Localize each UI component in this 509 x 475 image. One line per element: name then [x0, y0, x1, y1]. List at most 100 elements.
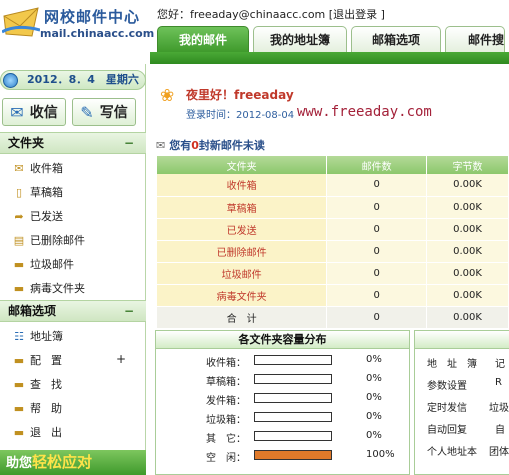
sidebar-item-label: 配置	[30, 354, 72, 367]
folder-icon: ▬	[13, 353, 25, 367]
tool-link-address-book[interactable]: 地 址 簿	[427, 355, 477, 370]
tool-link[interactable]: 团体	[489, 443, 509, 458]
storage-row: 收件箱： 0%	[156, 351, 409, 369]
promo-banner[interactable]: 助您轻松应对	[0, 450, 146, 475]
collapse-icon[interactable]: −	[124, 301, 134, 321]
current-date: 2012．8．4 星期六	[27, 73, 139, 86]
sidebar: 2012．8．4 星期六 ✉ 收信 ✎ 写信 文件夹 − ✉ 收件箱 ▯ 草稿箱 ➦…	[0, 64, 146, 475]
logo-envelope-icon	[2, 7, 40, 37]
tool-link[interactable]: R	[495, 377, 502, 388]
sidebar-item-drafts[interactable]: ▯ 草稿箱	[0, 180, 146, 204]
site-url: www.freeaday.com	[297, 104, 432, 120]
sidebar-item-label: 已发送	[30, 210, 63, 223]
logo-title: 网校邮件中心	[44, 8, 141, 26]
total-row: 合 计 0 0.00K	[157, 306, 509, 329]
sidebar-item-label: 草稿箱	[30, 186, 63, 199]
expand-icon[interactable]: +	[116, 352, 126, 366]
folders-section-header[interactable]: 文件夹 −	[0, 132, 146, 154]
folder-icon: ▬	[13, 377, 25, 391]
folder-summary-table: 文件夹 邮件数 字节数 收件箱 0 0.00K 草稿箱 0 0.00K 已发送 0 0.00…	[157, 156, 509, 329]
storage-row: 草稿箱： 0%	[156, 370, 409, 388]
storage-percent: 0%	[366, 354, 382, 365]
draft-icon: ▯	[15, 185, 23, 199]
new-mail-notice[interactable]: ✉ 您有0封新邮件未读	[156, 137, 265, 153]
storage-bar	[254, 355, 332, 365]
storage-distribution-panel: 各文件夹容量分布 收件箱： 0% 草稿箱： 0% 发件箱： 0% 垃圾箱： 0% 其 它…	[155, 330, 410, 475]
tool-link-personal-contacts[interactable]: 个人地址本	[427, 443, 477, 458]
table-row: 病毒文件夹 0 0.00K	[157, 284, 509, 307]
folder-link[interactable]: 病毒文件夹	[157, 284, 328, 307]
tool-link[interactable]: 记	[495, 355, 505, 370]
storage-bar-fill	[255, 451, 331, 459]
storage-label: 草稿箱：	[206, 377, 246, 388]
storage-label: 垃圾箱：	[206, 415, 246, 426]
logo[interactable]: 网校邮件中心 mail.chinaacc.com	[0, 0, 154, 44]
mail-count: 0	[326, 240, 428, 263]
folder-link[interactable]: 已删除邮件	[157, 240, 328, 263]
mail-count: 0	[326, 284, 428, 307]
tab-my-mail[interactable]: 我的邮件	[157, 26, 249, 52]
storage-percent: 0%	[366, 392, 382, 403]
sidebar-item-address-book[interactable]: ☷ 地址簿	[0, 324, 146, 348]
byte-count: 0.00K	[426, 262, 509, 285]
receive-mail-button[interactable]: ✉ 收信	[2, 98, 66, 126]
sidebar-item-label: 垃圾邮件	[30, 258, 74, 271]
tool-link-settings[interactable]: 参数设置	[427, 377, 467, 392]
byte-count: 0.00K	[426, 284, 509, 307]
folder-link[interactable]: 已发送	[157, 218, 328, 241]
sent-icon: ➦	[14, 209, 24, 223]
logout-link[interactable]: [退出登录 ]	[329, 8, 385, 21]
sidebar-item-spam[interactable]: ▬ 垃圾邮件	[0, 252, 146, 276]
total-count: 0	[326, 306, 428, 329]
collapse-icon[interactable]: −	[124, 133, 134, 153]
folder-link[interactable]: 草稿箱	[157, 196, 328, 219]
login-time: 登录时间：2012-08-04	[186, 106, 294, 121]
byte-count: 0.00K	[426, 196, 509, 219]
tab-mail-search[interactable]: 邮件搜	[445, 26, 505, 52]
sidebar-item-exit[interactable]: ▬ 退出	[0, 420, 146, 444]
sidebar-item-settings[interactable]: ▬ 配置 +	[0, 348, 146, 372]
storage-label: 发件箱：	[206, 396, 246, 407]
table-row: 草稿箱 0 0.00K	[157, 196, 509, 219]
clock-icon	[3, 73, 18, 88]
tool-link-auto-reply[interactable]: 自动回复	[427, 421, 467, 436]
storage-label: 其 它：	[206, 434, 246, 445]
storage-percent: 0%	[366, 411, 382, 422]
storage-bar	[254, 374, 332, 384]
virus-folder-icon: ▬	[13, 281, 25, 295]
login-date: 2012-08-04	[236, 110, 295, 121]
logo-subtitle: mail.chinaacc.com	[40, 27, 155, 40]
sidebar-item-help[interactable]: ▬ 帮助	[0, 396, 146, 420]
new-mail-count: 0	[191, 139, 199, 152]
storage-row: 发件箱： 0%	[156, 389, 409, 407]
sidebar-item-inbox[interactable]: ✉ 收件箱	[0, 156, 146, 180]
sidebar-item-virus[interactable]: ▬ 病毒文件夹	[0, 276, 146, 300]
write-mail-button[interactable]: ✎ 写信	[72, 98, 136, 126]
sidebar-item-deleted[interactable]: ▤ 已删除邮件	[0, 228, 146, 252]
sidebar-item-search[interactable]: ▬ 查找	[0, 372, 146, 396]
tool-link[interactable]: 自	[495, 421, 505, 436]
tool-link[interactable]: 垃圾	[489, 399, 509, 414]
main-tabs: 我的邮件 我的地址簿 邮箱选项 邮件搜	[157, 26, 509, 52]
folder-link[interactable]: 收件箱	[157, 174, 328, 197]
tab-mailbox-options[interactable]: 邮箱选项	[350, 26, 441, 52]
mail-count: 0	[326, 174, 428, 197]
folder-link[interactable]: 垃圾邮件	[157, 262, 328, 285]
storage-bar	[254, 412, 332, 422]
folder-list: ✉ 收件箱 ▯ 草稿箱 ➦ 已发送 ▤ 已删除邮件 ▬ 垃圾邮件 ▬ 病毒文件夹	[0, 156, 146, 300]
spam-folder-icon: ▬	[13, 257, 25, 271]
byte-count: 0.00K	[426, 174, 509, 197]
tools-panel-header	[415, 331, 509, 349]
sidebar-item-sent[interactable]: ➦ 已发送	[0, 204, 146, 228]
quick-tools-panel: 地 址 簿 参数设置 定时发信 自动回复 个人地址本 记 R 垃圾 自 团体	[414, 330, 509, 475]
time-greeting: 夜里好！freeaday	[186, 88, 294, 102]
greeting-prefix: 您好：	[157, 8, 190, 21]
tool-link-scheduled-send[interactable]: 定时发信	[427, 399, 467, 414]
tab-address-book[interactable]: 我的地址簿	[253, 26, 347, 52]
address-book-icon: ☷	[14, 329, 24, 343]
options-section-header[interactable]: 邮箱选项 −	[0, 300, 146, 322]
mail-count: 0	[326, 218, 428, 241]
storage-bar	[254, 393, 332, 403]
byte-count: 0.00K	[426, 240, 509, 263]
new-mail-prefix: 您有	[169, 139, 192, 152]
